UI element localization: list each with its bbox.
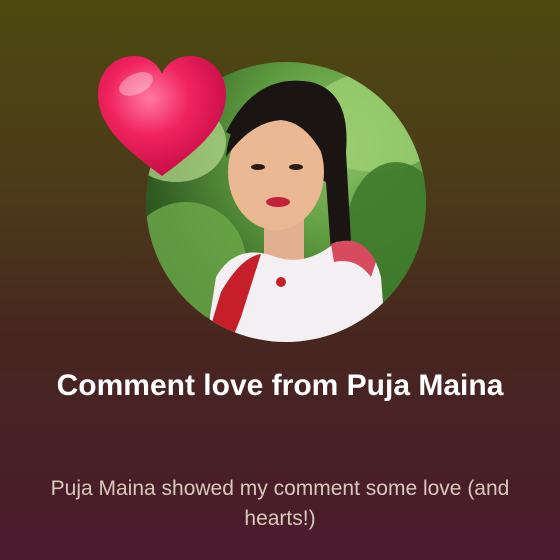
notification-message: Puja Maina showed my comment some love (…	[50, 477, 510, 530]
heart-icon	[98, 56, 226, 176]
notification-title: Comment love from Puja Maina	[56, 369, 504, 402]
comment-love-card: Comment love from Puja Maina Puja Maina …	[0, 0, 560, 560]
